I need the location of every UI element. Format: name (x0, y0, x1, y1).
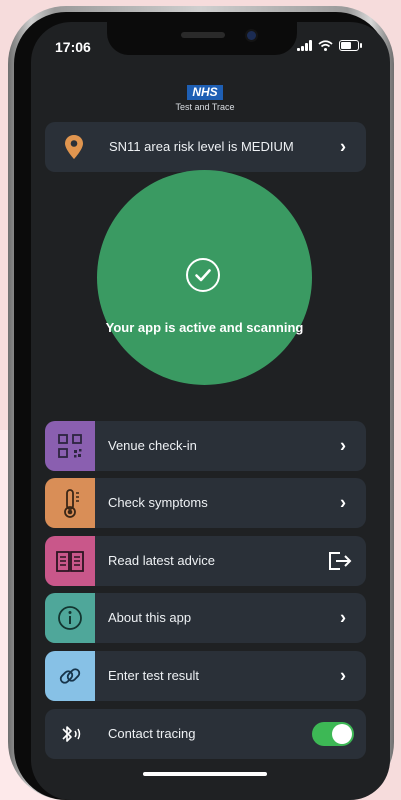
menu-item-read-latest-advice[interactable]: Read latest advice (45, 536, 366, 586)
book-icon (56, 551, 84, 572)
contact-tracing-label: Contact tracing (108, 726, 196, 741)
chevron-right-icon: › (340, 492, 346, 513)
chevron-right-icon: › (340, 136, 346, 157)
home-indicator[interactable] (143, 772, 267, 776)
menu-item-label: Check symptoms (108, 495, 208, 510)
menu-item-label: Venue check-in (108, 438, 197, 453)
status-time: 17:06 (55, 39, 91, 55)
logo-subtitle: Test and Trace (175, 102, 235, 112)
front-camera (247, 31, 256, 40)
menu-item-about-this-app[interactable]: About this app › (45, 593, 366, 643)
speaker-grille (181, 32, 225, 38)
contact-tracing-toggle[interactable] (312, 722, 354, 746)
menu-item-label: Read latest advice (108, 553, 215, 568)
toggle-knob (332, 724, 352, 744)
signal-icon (297, 40, 312, 51)
menu-item-check-symptoms[interactable]: Check symptoms › (45, 478, 366, 528)
nhs-logo: NHS Test and Trace (170, 83, 240, 112)
status-message: Your app is active and scanning (105, 320, 304, 335)
menu-item-enter-test-result[interactable]: Enter test result › (45, 651, 366, 701)
wifi-icon (318, 40, 333, 51)
battery-icon (339, 40, 362, 51)
test-result-icon-tile (45, 651, 95, 701)
location-pin-icon (65, 135, 83, 159)
chevron-right-icon: › (340, 435, 346, 456)
link-icon (59, 668, 81, 684)
contact-tracing-row: Contact tracing (45, 709, 366, 759)
thermometer-icon (64, 489, 79, 518)
menu-item-venue-check-in[interactable]: Venue check-in › (45, 421, 366, 471)
qr-code-icon (58, 434, 82, 458)
about-icon-tile (45, 593, 95, 643)
area-risk-label: SN11 area risk level is MEDIUM (109, 139, 294, 154)
menu-item-label: Enter test result (108, 668, 200, 683)
external-link-icon (329, 552, 352, 570)
advice-icon-tile (45, 536, 95, 586)
checkmark-icon (186, 258, 220, 292)
venue-icon-tile (45, 421, 95, 471)
symptoms-icon-tile (45, 478, 95, 528)
chevron-right-icon: › (340, 665, 346, 686)
menu-item-label: About this app (108, 610, 192, 625)
chevron-right-icon: › (340, 607, 346, 628)
notch (107, 22, 297, 55)
info-icon (58, 606, 82, 630)
area-risk-card[interactable]: SN11 area risk level is MEDIUM › (45, 122, 366, 172)
status-icons (297, 40, 362, 51)
bluetooth-icon (62, 726, 81, 742)
nhs-logo-badge: NHS (187, 85, 223, 100)
